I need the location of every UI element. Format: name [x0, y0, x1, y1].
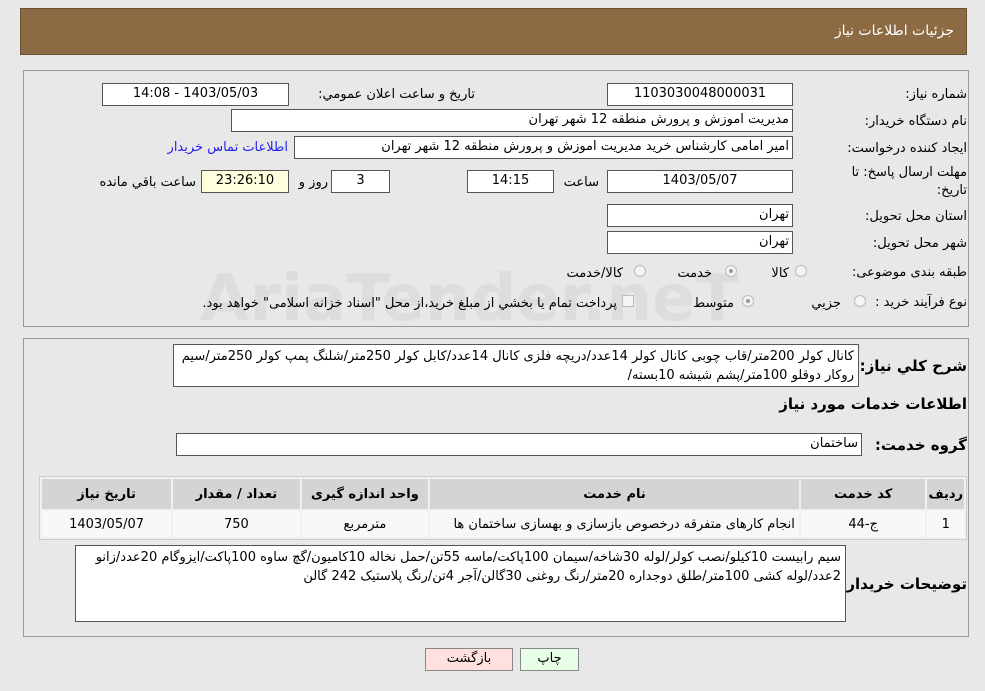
services-table: رديف کد خدمت نام خدمت واحد اندازه گيری ت… — [39, 476, 967, 540]
days-field: 3 — [331, 170, 390, 193]
col-row: رديف — [927, 479, 964, 509]
cell-unit: مترمربع — [301, 511, 429, 537]
buyer-notes-textarea[interactable]: سیم رابیست 10کیلو/نصب کولر/لوله 30شاخه/س… — [75, 545, 846, 622]
creator-label: ايجاد كننده درخواست: — [847, 141, 967, 156]
back-button[interactable]: بازگشت — [425, 648, 513, 671]
deadline-label-2: تاريخ: — [936, 183, 967, 198]
table-row: 1 ج-44 انجام کارهای متفرقه درخصوص بازساز… — [42, 511, 964, 537]
col-name: نام خدمت — [430, 479, 799, 509]
days-label: روز و — [298, 175, 328, 190]
table-header-row: رديف کد خدمت نام خدمت واحد اندازه گيری ت… — [42, 479, 964, 509]
purchase-option-minor: جزيي — [811, 296, 841, 311]
category-option-goods: کالا — [771, 266, 789, 281]
category-radio-service[interactable] — [725, 265, 737, 277]
cell-name: انجام کارهای متفرقه درخصوص بازسازی و بهس… — [430, 511, 799, 537]
cell-qty: 750 — [173, 511, 300, 537]
description-label: شرح کلي نياز: — [859, 357, 967, 375]
buyer-notes-label: توضيحات خريدار: — [840, 575, 967, 593]
page-title: جزئیات اطلاعات نیاز — [834, 23, 954, 39]
province-field: تهران — [607, 204, 793, 227]
city-field: تهران — [607, 231, 793, 254]
purchase-option-medium: متوسط — [693, 296, 734, 311]
province-label: استان محل تحويل: — [865, 209, 967, 224]
category-radio-goods[interactable] — [795, 265, 807, 277]
service-group-label: گروه خدمت: — [874, 436, 967, 454]
purchase-radio-medium[interactable] — [742, 295, 754, 307]
category-label: طبقه بندی موضوعی: — [851, 265, 967, 280]
print-button[interactable]: چاپ — [520, 648, 579, 671]
city-label: شهر محل تحويل: — [872, 236, 967, 251]
service-group-field: ساختمان — [176, 433, 862, 456]
category-radio-goods-service[interactable] — [634, 265, 646, 277]
buyer-label: نام دستگاه خريدار: — [864, 114, 967, 129]
creator-field: امیر امامی کارشناس خرید مدیریت اموزش و پ… — [294, 136, 793, 159]
description-textarea[interactable]: کانال کولر 200متر/قاب چوبی کانال کولر 14… — [173, 344, 859, 387]
services-section-title: اطلاعات خدمات مورد نياز — [779, 395, 967, 413]
treasury-payment-note: پرداخت تمام يا بخشي از مبلغ خريد،از محل … — [202, 296, 617, 311]
cell-row: 1 — [927, 511, 964, 537]
remaining-time-field: 23:26:10 — [201, 170, 289, 193]
deadline-date-field: 1403/05/07 — [607, 170, 793, 193]
purchase-type-label: نوع فرآيند خريد : — [875, 295, 967, 310]
remaining-label: ساعت باقي مانده — [99, 175, 196, 190]
col-qty: تعداد / مقدار — [173, 479, 300, 509]
deadline-label: مهلت ارسال پاسخ: تا — [851, 165, 967, 180]
treasury-payment-checkbox[interactable] — [622, 295, 634, 307]
cell-code: ج-44 — [800, 511, 926, 537]
time-label: ساعت — [563, 175, 599, 190]
announce-field: 1403/05/03 - 14:08 — [102, 83, 289, 106]
cell-date: 1403/05/07 — [42, 511, 172, 537]
need-number-label: شماره نیاز: — [905, 87, 967, 102]
purchase-radio-minor[interactable] — [854, 295, 866, 307]
buyer-field: مدیریت اموزش و پرورش منطقه 12 شهر تهران — [231, 109, 793, 132]
need-number-field: 1103030048000031 — [607, 83, 793, 106]
category-option-service: خدمت — [677, 266, 712, 281]
col-unit: واحد اندازه گيری — [301, 479, 429, 509]
deadline-time-field: 14:15 — [467, 170, 554, 193]
buyer-contact-link[interactable]: اطلاعات تماس خريدار — [168, 140, 288, 155]
page-header: جزئیات اطلاعات نیاز — [20, 8, 967, 55]
category-option-goods-service: کالا/خدمت — [566, 266, 623, 281]
col-date: تاريخ نياز — [42, 479, 172, 509]
announce-label: تاریخ و ساعت اعلان عمومي: — [318, 87, 475, 102]
col-code: کد خدمت — [800, 479, 926, 509]
